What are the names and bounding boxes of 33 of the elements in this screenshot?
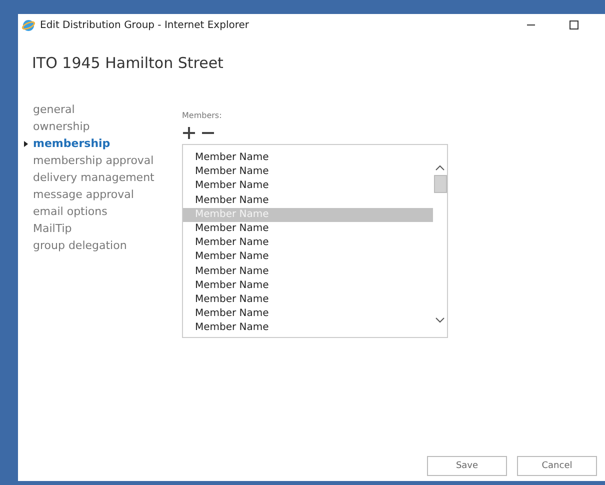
scroll-down-icon[interactable] — [435, 317, 445, 323]
maximize-icon[interactable] — [567, 18, 581, 32]
sidebar-item[interactable]: membership — [24, 135, 182, 152]
sidebar-item[interactable]: ownership — [24, 118, 182, 135]
member-row[interactable]: Member Name — [183, 250, 433, 264]
scroll-up-icon[interactable] — [435, 165, 445, 171]
group-heading: ITO 1945 Hamilton Street — [31, 53, 224, 74]
member-row[interactable]: Member Name — [183, 151, 433, 166]
sidebar-item[interactable]: general — [24, 101, 182, 118]
member-row[interactable]: Member Name — [183, 165, 433, 180]
browser-icon — [22, 18, 35, 32]
sidebar-item[interactable]: message approval — [24, 186, 182, 203]
member-row[interactable]: Member Name — [183, 278, 433, 293]
window-title: Edit Distribution Group - Internet Explorer — [40, 20, 250, 30]
members-label: Members: — [182, 111, 223, 120]
sidebar-item[interactable]: membership approval — [24, 152, 182, 169]
member-row[interactable]: Member Name — [183, 194, 433, 208]
save-button[interactable]: Save — [427, 456, 507, 476]
scrollbar-thumb[interactable] — [434, 175, 446, 193]
member-row[interactable]: Member Name — [183, 292, 433, 308]
member-row[interactable]: Member Name — [183, 236, 433, 250]
sidebar-item[interactable]: MailTip — [24, 220, 182, 237]
member-row[interactable]: Member Name — [183, 321, 433, 336]
pointer-icon — [24, 140, 28, 146]
member-row[interactable]: Member Name — [183, 307, 433, 322]
sidebar-item[interactable]: email options — [24, 203, 182, 220]
member-row[interactable]: Member Name — [183, 179, 433, 194]
add-icon[interactable] — [182, 126, 196, 140]
sidebar-item[interactable]: group delegation — [24, 237, 182, 254]
sidebar-item[interactable]: delivery management — [24, 169, 182, 186]
member-row[interactable]: Member Name — [183, 222, 433, 236]
cancel-button[interactable]: Cancel — [517, 456, 597, 476]
member-row[interactable]: Member Name — [183, 264, 433, 279]
